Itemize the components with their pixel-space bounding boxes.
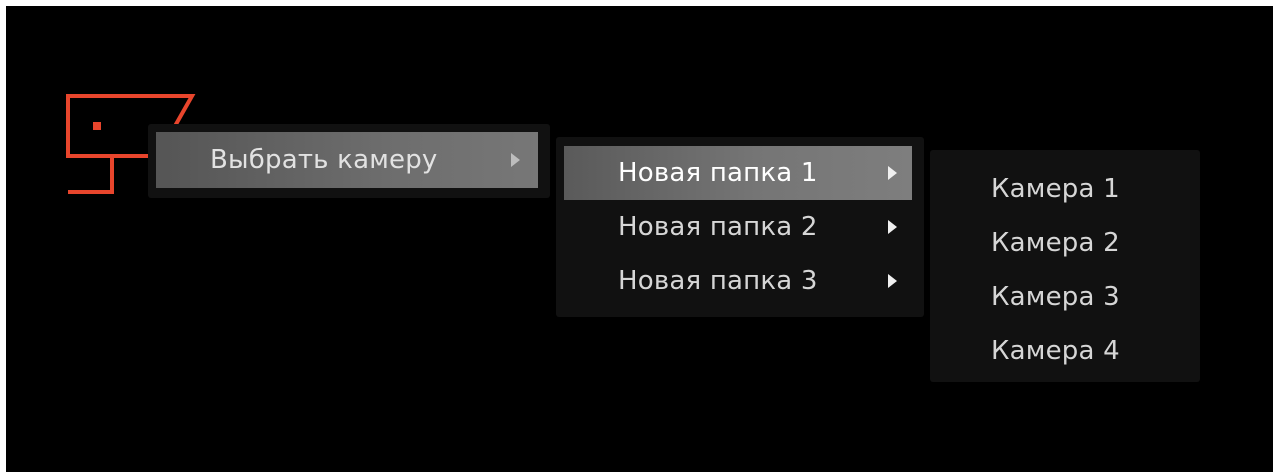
menu-item-folder-1[interactable]: Новая папка 1 [564, 146, 912, 200]
menu-item-camera-2[interactable]: Камера 2 [930, 216, 1200, 270]
menu-item-label: Камера 4 [991, 336, 1120, 366]
menu-item-label: Камера 3 [991, 282, 1120, 312]
menu-item-folder-2[interactable]: Новая папка 2 [564, 200, 912, 254]
menu-item-label: Выбрать камеру [210, 145, 438, 175]
submenu-arrow-icon [888, 274, 897, 288]
menu-item-folder-3[interactable]: Новая папка 3 [564, 254, 912, 308]
submenu-arrow-icon [888, 166, 897, 180]
menu-item-label: Камера 1 [991, 174, 1120, 204]
menu-item-label: Новая папка 3 [618, 266, 818, 296]
context-menu: Выбрать камеру [148, 124, 550, 198]
submenu-arrow-icon [511, 153, 520, 167]
submenu-arrow-icon [888, 220, 897, 234]
menu-item-label: Новая папка 2 [618, 212, 818, 242]
menu-item-camera-1[interactable]: Камера 1 [930, 162, 1200, 216]
menu-item-camera-3[interactable]: Камера 3 [930, 270, 1200, 324]
menu-item-label: Камера 2 [991, 228, 1120, 258]
cameras-submenu: Камера 1 Камера 2 Камера 3 Камера 4 [930, 150, 1200, 382]
app-canvas: Выбрать камеру Новая папка 1 Новая папка… [6, 6, 1273, 472]
menu-item-label: Новая папка 1 [618, 158, 818, 188]
menu-item-camera-4[interactable]: Камера 4 [930, 324, 1200, 378]
menu-item-select-camera[interactable]: Выбрать камеру [156, 132, 538, 188]
folders-submenu: Новая папка 1 Новая папка 2 Новая папка … [556, 137, 924, 317]
